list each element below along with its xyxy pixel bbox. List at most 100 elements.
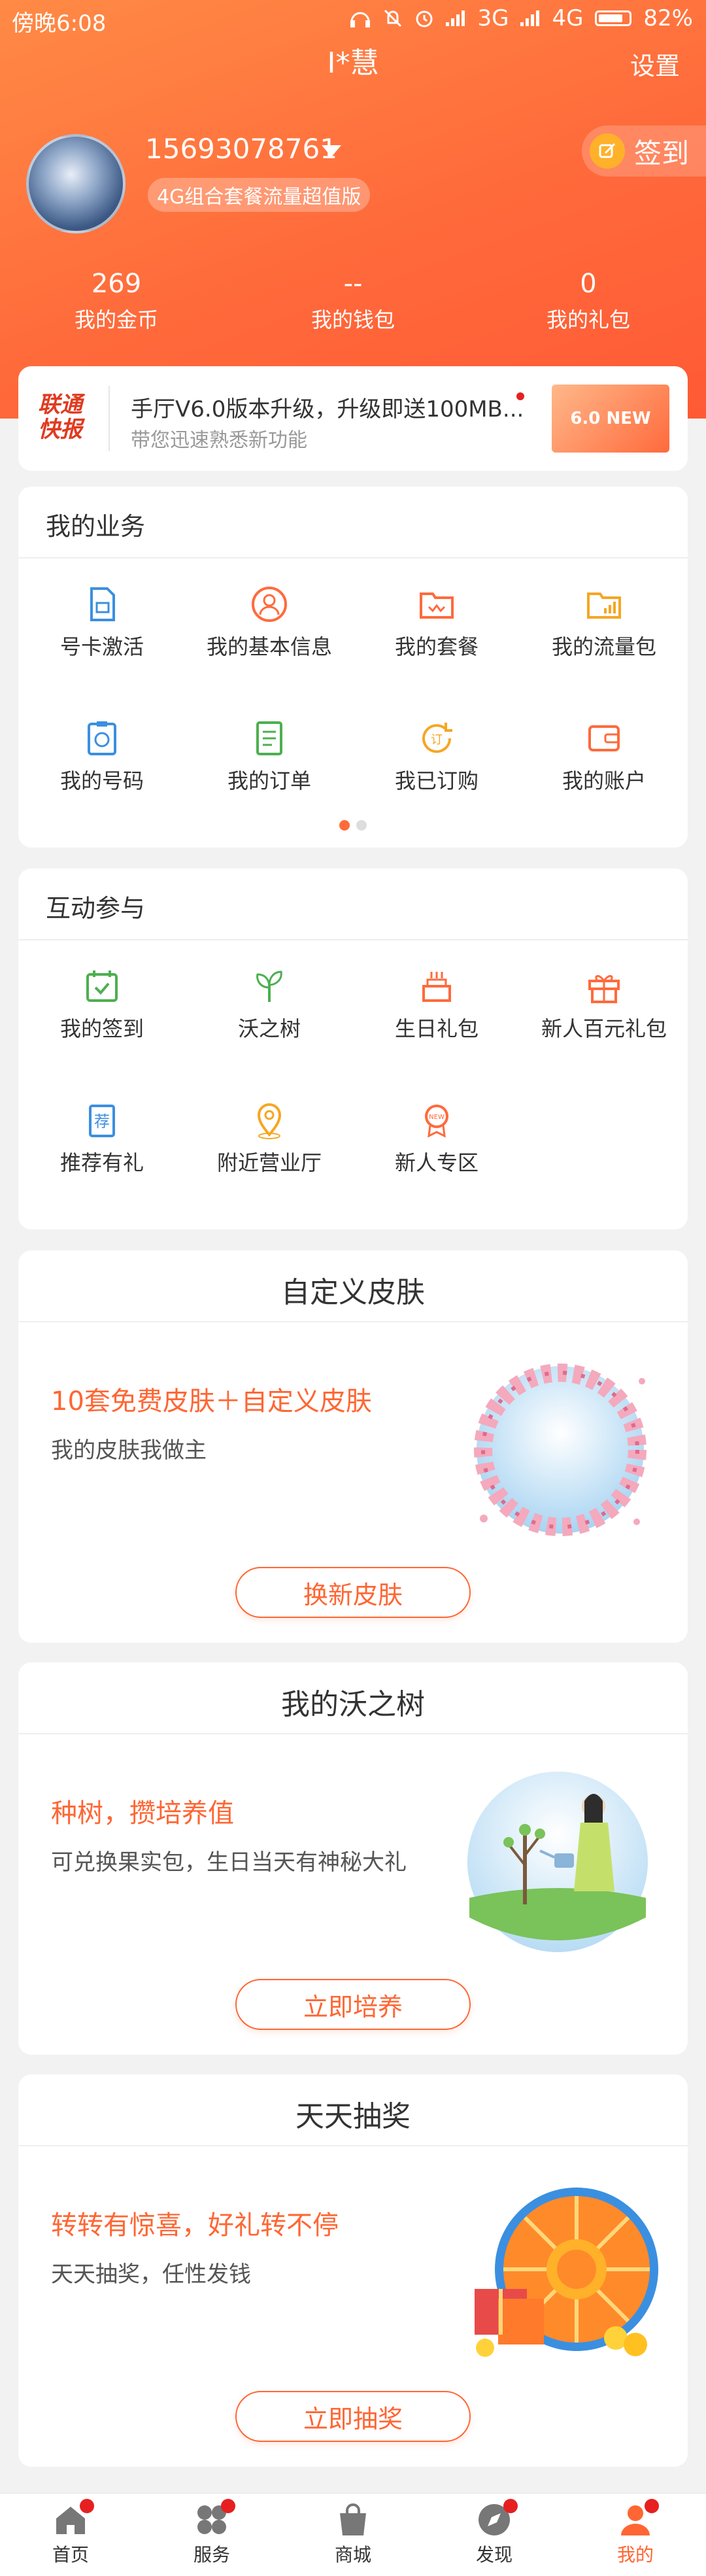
status-icons: 3G 4G 82% <box>349 5 693 31</box>
interact-section: 互动参与 我的签到 沃之树 生日礼包 新人百元礼包 荐 推荐有礼 附近营业厅 N… <box>18 868 688 1229</box>
stat-coins-value: 269 <box>91 269 142 299</box>
interact-new-user-zone[interactable]: NEW 新人专区 <box>353 1101 520 1176</box>
biz-sim-activate[interactable]: 号卡激活 <box>18 585 186 661</box>
business-section: 我的业务 号卡激活 我的基本信息 我的套餐 我的流量包 我的号码 我的订单 订 … <box>18 487 688 848</box>
skin-title: 自定义皮肤 <box>281 1276 425 1309</box>
wallet-icon <box>588 725 620 751</box>
tab-profile[interactable]: 我的 <box>565 2494 706 2576</box>
order-icon <box>256 721 282 755</box>
stat-gifts[interactable]: 0 我的礼包 <box>503 268 673 334</box>
lottery-promo-subtitle: 天天抽奖，任性发钱 <box>51 2261 251 2288</box>
settings-button[interactable]: 设置 <box>630 46 680 82</box>
battery-icon <box>595 10 632 26</box>
interact-title: 互动参与 <box>46 894 146 923</box>
signin-edit-icon <box>590 133 625 169</box>
notice-subtitle: 带您迅速熟悉新功能 <box>131 429 307 452</box>
tree-section: 我的沃之树 种树，攒培养值 可兑换果实包，生日当天有神秘大礼 立即培养 <box>18 1662 688 2055</box>
page-title: I*慧 <box>327 46 379 80</box>
interact-tree[interactable]: 沃之树 <box>186 967 353 1042</box>
notice-unread-dot <box>516 392 524 400</box>
battery-percent: 82% <box>643 5 693 31</box>
tab-shop[interactable]: 商城 <box>282 2494 424 2576</box>
interact-newbie-gift[interactable]: 新人百元礼包 <box>520 967 688 1042</box>
cake-icon <box>422 972 451 1002</box>
biz-my-account[interactable]: 我的账户 <box>520 719 688 795</box>
lottery-promo-title: 转转有惊喜，好礼转不停 <box>51 2210 339 2241</box>
calendar-check-icon <box>86 970 118 1002</box>
tree-watering-illustration <box>467 1772 648 1952</box>
stat-wallet[interactable]: -- 我的钱包 <box>268 268 438 334</box>
flower-wreath-illustration <box>474 1364 647 1536</box>
tab-home[interactable]: 首页 <box>0 2494 141 2576</box>
business-header: 我的业务 <box>18 487 688 558</box>
tab-discover[interactable]: 发现 <box>424 2494 565 2576</box>
stat-gifts-value: 0 <box>580 269 597 299</box>
tab-badge <box>221 2499 235 2513</box>
change-skin-button[interactable]: 换新皮肤 <box>235 1567 471 1618</box>
grow-tree-button[interactable]: 立即培养 <box>235 1979 471 2030</box>
data-folder-icon <box>587 592 621 619</box>
biz-my-plan[interactable]: 我的套餐 <box>353 585 520 661</box>
tree-promo-title: 种树，攒培养值 <box>51 1798 234 1829</box>
headphone-icon <box>350 12 371 27</box>
tab-service[interactable]: 服务 <box>141 2494 282 2576</box>
stat-wallet-label: 我的钱包 <box>311 307 395 332</box>
skin-header: 自定义皮肤 <box>18 1250 688 1322</box>
interact-signin[interactable]: 我的签到 <box>18 967 186 1042</box>
number-icon <box>88 721 116 755</box>
biz-my-number[interactable]: 我的号码 <box>18 719 186 795</box>
chevron-down-icon[interactable] <box>322 145 341 157</box>
notice-banner: 6.0 NEW <box>552 385 669 453</box>
biz-subscribed[interactable]: 订 我已订购 <box>353 719 520 795</box>
signin-label: 签到 <box>634 137 690 169</box>
tab-badge <box>503 2499 518 2513</box>
notice-title: 手厅V6.0版本升级，升级即送100MB... <box>131 396 524 422</box>
news-notice[interactable]: 联通 快报 手厅V6.0版本升级，升级即送100MB... 带您迅速熟悉新功能 … <box>18 366 688 471</box>
phone-number[interactable]: 15693078761 <box>145 133 337 165</box>
shop-icon <box>340 2503 366 2535</box>
interact-birthday[interactable]: 生日礼包 <box>353 967 520 1042</box>
signal-icon <box>520 10 540 26</box>
tree-header: 我的沃之树 <box>18 1662 688 1734</box>
biz-data-pack[interactable]: 我的流量包 <box>520 585 688 661</box>
biz-basic-info[interactable]: 我的基本信息 <box>186 585 353 661</box>
interact-header: 互动参与 <box>18 868 688 940</box>
alarm-icon <box>416 10 433 27</box>
draw-lottery-button[interactable]: 立即抽奖 <box>235 2391 471 2442</box>
lottery-section: 天天抽奖 转转有惊喜，好礼转不停 天天抽奖，任性发钱 立即抽奖 <box>18 2074 688 2467</box>
plan-folder-icon <box>420 592 454 619</box>
sprout-icon <box>256 970 282 1002</box>
interact-nearby-hall[interactable]: 附近营业厅 <box>186 1101 353 1176</box>
location-icon <box>257 1103 282 1139</box>
stat-gifts-label: 我的礼包 <box>546 307 630 332</box>
subscribed-icon: 订 <box>422 723 452 753</box>
business-title: 我的业务 <box>46 512 146 541</box>
status-bar: 傍晚6:08 3G 4G 82% <box>0 0 706 39</box>
interact-recommend[interactable]: 荐 推荐有礼 <box>18 1101 186 1176</box>
tree-title: 我的沃之树 <box>281 1688 425 1721</box>
svg-text:NEW: NEW <box>429 1114 445 1121</box>
sim-card-icon <box>90 587 115 621</box>
svg-text:订: 订 <box>431 733 443 747</box>
network-4g: 4G <box>552 5 584 31</box>
unicom-news-logo: 联通 快报 <box>38 392 82 443</box>
skin-promo-title: 10套免费皮肤＋自定义皮肤 <box>51 1386 372 1417</box>
gift-icon <box>588 975 620 1003</box>
tree-promo-subtitle: 可兑换果实包，生日当天有神秘大礼 <box>51 1849 407 1876</box>
new-user-icon: NEW <box>425 1105 448 1138</box>
stat-coins-label: 我的金币 <box>74 307 158 332</box>
page-dot-active[interactable] <box>339 820 350 831</box>
avatar[interactable] <box>26 134 126 233</box>
lottery-wheel-illustration <box>475 2188 658 2357</box>
status-time: 傍晚6:08 <box>12 10 107 37</box>
skin-section: 自定义皮肤 10套免费皮肤＋自定义皮肤 我的皮肤我做主 换新皮肤 <box>18 1250 688 1643</box>
bottom-tab-bar: 首页 服务 商城 发现 我的 <box>0 2493 706 2576</box>
stat-coins[interactable]: 269 我的金币 <box>31 268 201 334</box>
page-dot[interactable] <box>356 820 367 831</box>
lottery-header: 天天抽奖 <box>18 2074 688 2146</box>
signal-icon <box>446 10 465 26</box>
biz-my-order[interactable]: 我的订单 <box>186 719 353 795</box>
mute-icon <box>384 9 402 27</box>
signin-button[interactable]: 签到 <box>582 126 706 177</box>
tab-badge <box>80 2499 94 2513</box>
